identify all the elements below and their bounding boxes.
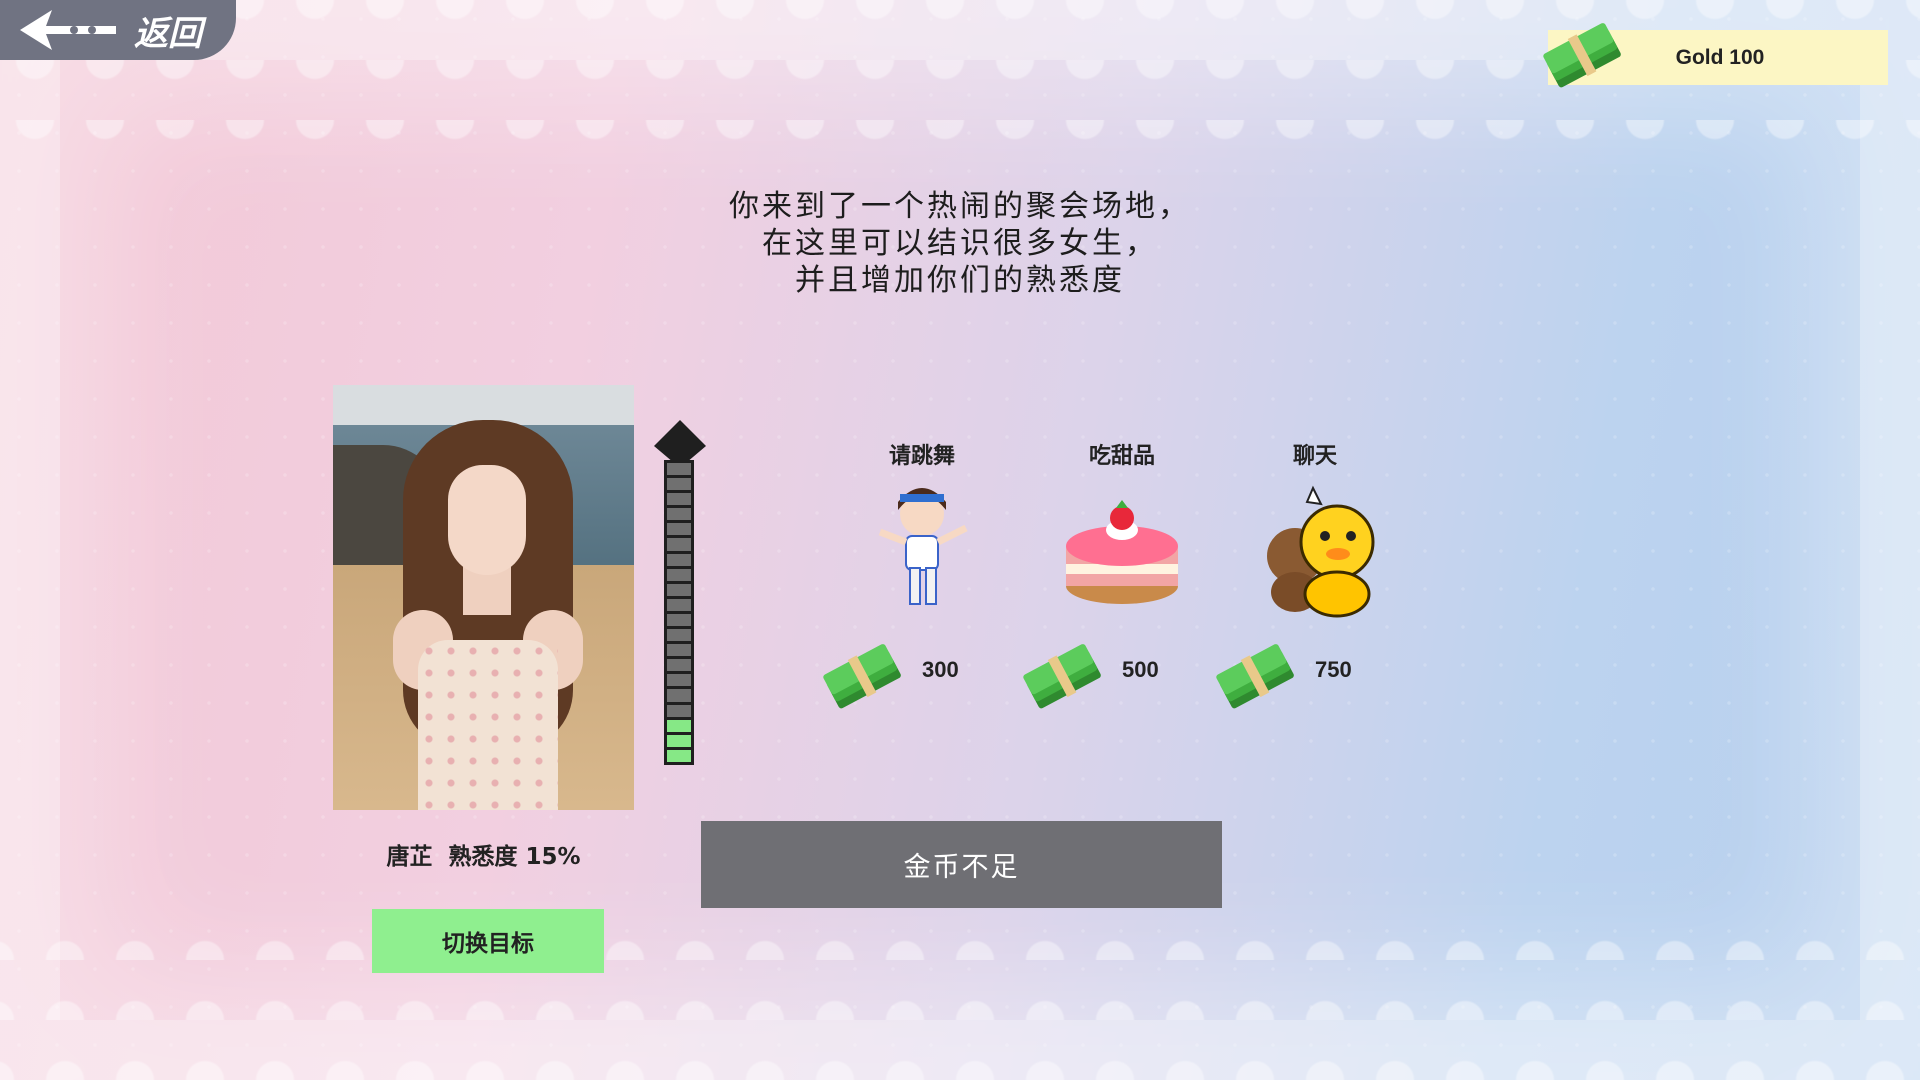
lace-edge-bottom <box>0 930 1920 1080</box>
meter-segment <box>667 613 691 627</box>
activity-dessert[interactable]: 吃甜品 500 <box>1022 438 1222 709</box>
intro-line: 你来到了一个热闹的聚会场地， <box>729 189 1191 224</box>
cash-stack-icon <box>1216 644 1294 709</box>
price-row: 300 <box>822 643 1022 709</box>
target-info: 唐芷 熟悉度 15% <box>333 837 634 871</box>
switch-target-button[interactable]: 切换目标 <box>372 909 604 973</box>
meter-segment <box>667 568 691 581</box>
meter-segment <box>667 674 691 687</box>
meter-segment <box>667 598 691 611</box>
target-name: 唐芷 <box>386 844 433 870</box>
meter-segment <box>667 704 691 717</box>
arrow-left-icon <box>20 10 116 50</box>
insufficient-gold-bar[interactable]: 金币不足 <box>701 821 1222 908</box>
dancing-girl-icon <box>878 488 968 605</box>
meter-segment-filled <box>667 749 691 762</box>
chatting-chicks-icon <box>1267 485 1375 618</box>
meter-segment <box>667 478 691 491</box>
activity-title: 吃甜品 <box>1088 444 1155 469</box>
back-button[interactable]: 返回 <box>0 0 236 60</box>
meter-segment-filled <box>667 719 691 732</box>
meter-segment <box>667 644 691 657</box>
activity-title: 请跳舞 <box>888 444 955 469</box>
target-portrait <box>333 385 634 810</box>
meter-segment <box>667 629 691 642</box>
activity-title: 聊天 <box>1292 444 1337 469</box>
gold-amount: Gold 100 <box>1675 45 1765 69</box>
strawberry-cake-icon <box>1066 500 1178 604</box>
activity-price: 750 <box>1315 657 1352 682</box>
familiarity-label: 熟悉度 15% <box>448 844 581 870</box>
meter-segment <box>667 508 691 521</box>
activity-price: 300 <box>922 657 959 682</box>
activity-chat[interactable]: 聊天 750 <box>1215 438 1415 709</box>
intro-line: 在这里可以结识很多女生， <box>762 226 1158 261</box>
meter-segment <box>667 523 691 536</box>
cash-stack-icon <box>823 644 901 709</box>
back-label: 返回 <box>134 14 202 54</box>
cash-stack-icon <box>1023 644 1101 709</box>
activity-price: 500 <box>1122 657 1159 682</box>
meter-segment-filled <box>667 734 691 747</box>
meter-segment <box>667 583 691 596</box>
meter-segment <box>667 463 691 476</box>
intro-line: 并且增加你们的熟悉度 <box>795 263 1125 298</box>
meter-segment <box>667 553 691 566</box>
price-row: 500 <box>1022 643 1222 709</box>
meter-segment <box>667 538 691 551</box>
cash-stack-icon <box>1543 23 1621 88</box>
meter-segment <box>667 493 691 506</box>
meter-segment <box>667 689 691 702</box>
price-row: 750 <box>1215 643 1415 709</box>
familiarity-meter <box>664 460 694 765</box>
activity-dance[interactable]: 请跳舞 300 <box>822 438 1022 709</box>
intro-text: 你来到了一个热闹的聚会场地， 在这里可以结识很多女生， 并且增加你们的熟悉度 <box>660 188 1260 299</box>
meter-segment <box>667 659 691 672</box>
